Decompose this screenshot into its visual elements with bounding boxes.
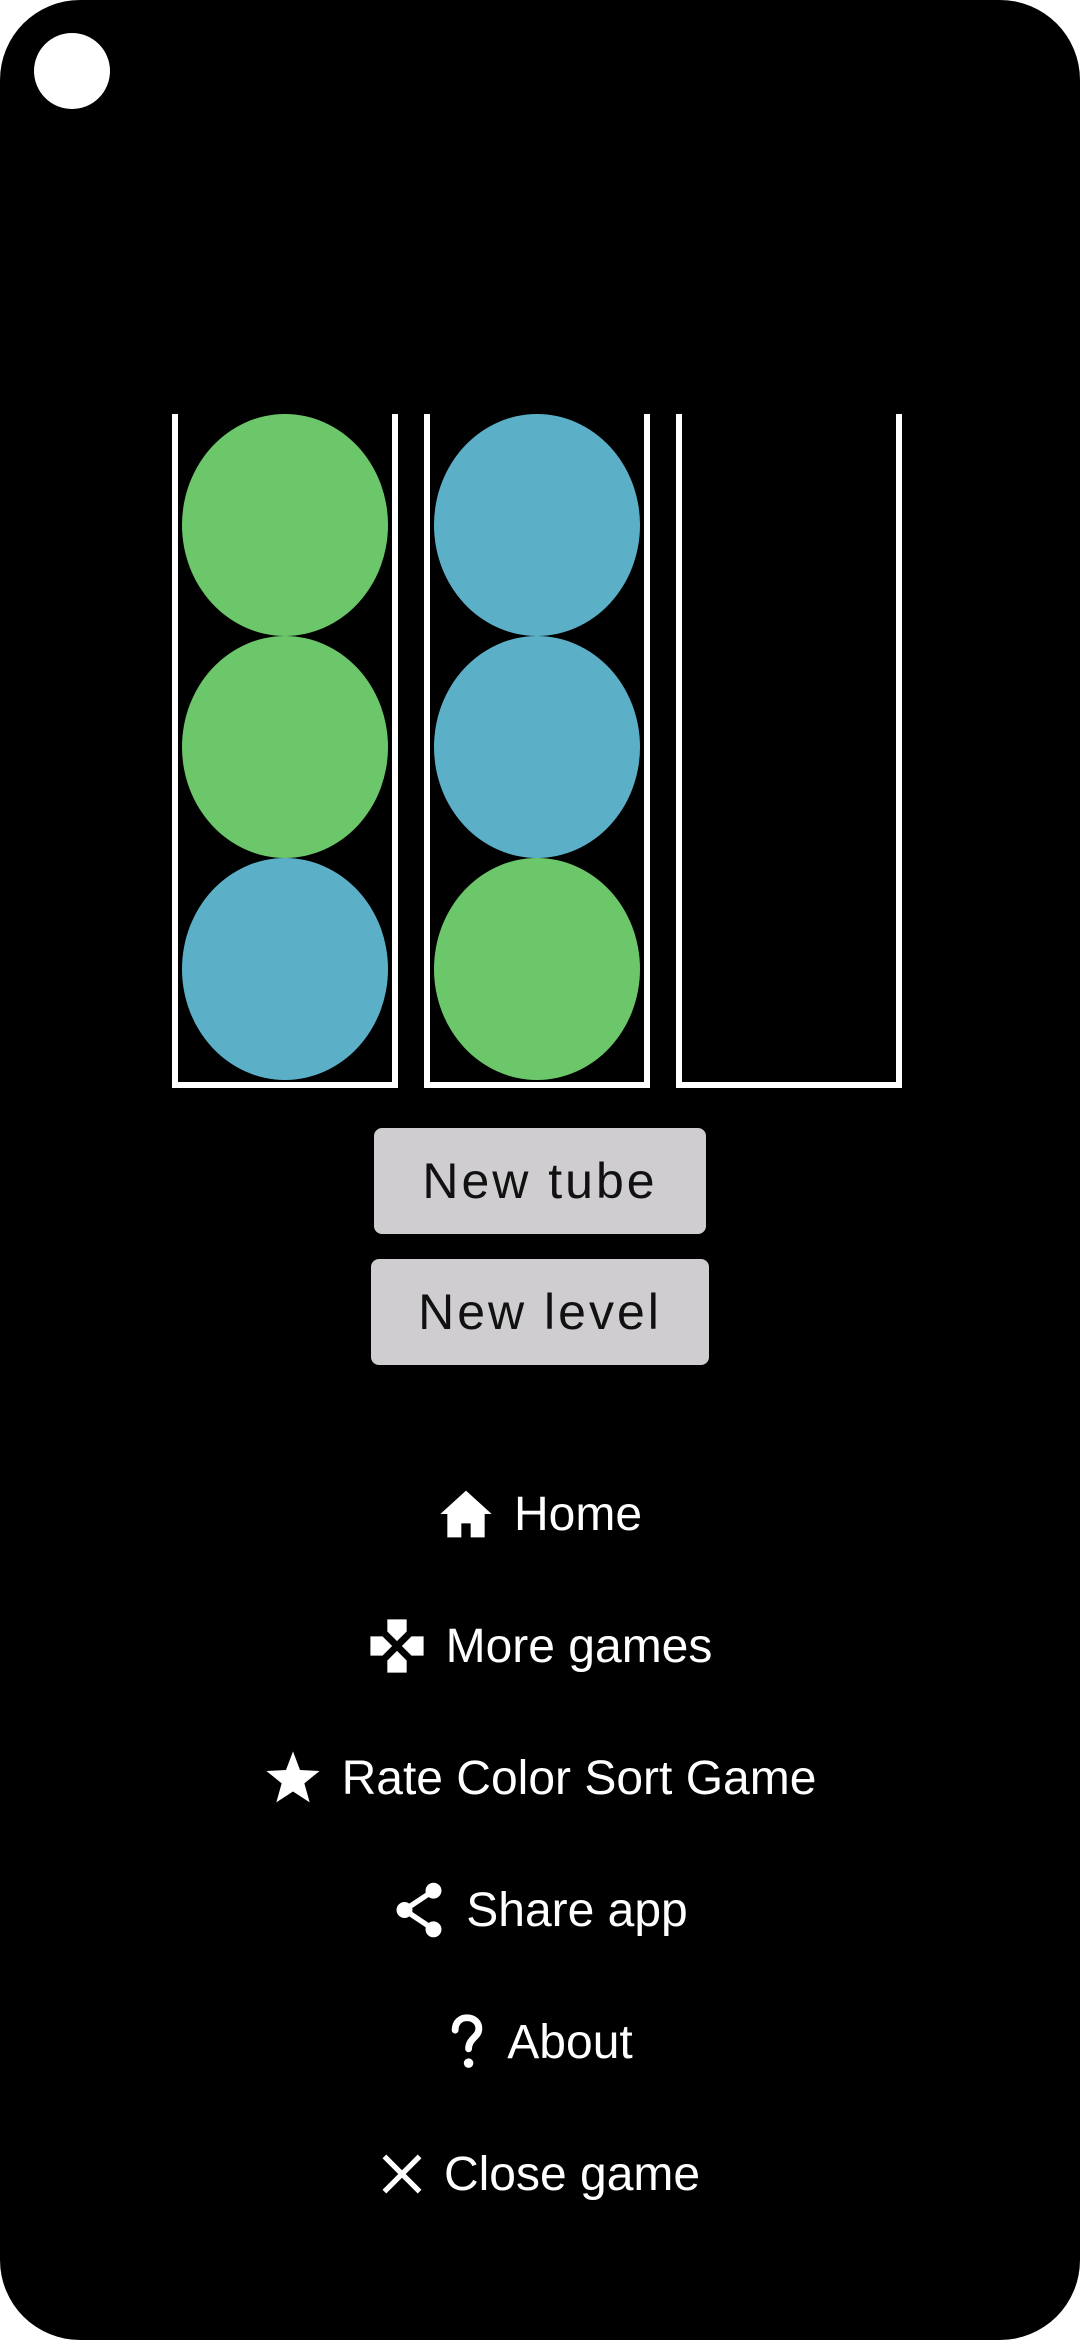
close-icon	[380, 2152, 424, 2196]
share-icon	[392, 1881, 446, 1939]
tube-2[interactable]	[424, 414, 650, 1088]
star-icon	[264, 1750, 322, 1806]
tube-area	[0, 0, 1080, 1100]
tube-1[interactable]	[172, 414, 398, 1088]
green-ball	[182, 636, 388, 858]
menu-share[interactable]: Share app	[0, 1862, 1080, 1958]
question-icon	[447, 2013, 487, 2071]
green-ball	[182, 414, 388, 636]
blue-ball	[434, 414, 640, 636]
gamepad-icon	[368, 1617, 426, 1675]
menu-about[interactable]: About	[0, 1994, 1080, 2090]
blue-ball	[182, 858, 388, 1080]
menu-rate[interactable]: Rate Color Sort Game	[0, 1730, 1080, 1826]
new-level-button[interactable]: New level	[371, 1259, 709, 1365]
home-icon	[438, 1488, 494, 1540]
menu-close[interactable]: Close game	[0, 2126, 1080, 2222]
tube-3[interactable]	[676, 414, 902, 1088]
menu-about-label: About	[507, 2015, 633, 2069]
menu-share-label: Share app	[466, 1883, 688, 1937]
game-screen: New tube New level Home More games Rate …	[0, 0, 1080, 2340]
menu-home-label: Home	[513, 1487, 643, 1541]
menu-more-games-label: More games	[445, 1619, 713, 1673]
menu-home[interactable]: Home	[0, 1466, 1080, 1562]
blue-ball	[434, 636, 640, 858]
new-tube-button[interactable]: New tube	[374, 1128, 706, 1234]
menu-close-label: Close game	[443, 2147, 701, 2201]
menu-rate-label: Rate Color Sort Game	[341, 1751, 817, 1805]
menu-more-games[interactable]: More games	[0, 1598, 1080, 1694]
green-ball	[434, 858, 640, 1080]
